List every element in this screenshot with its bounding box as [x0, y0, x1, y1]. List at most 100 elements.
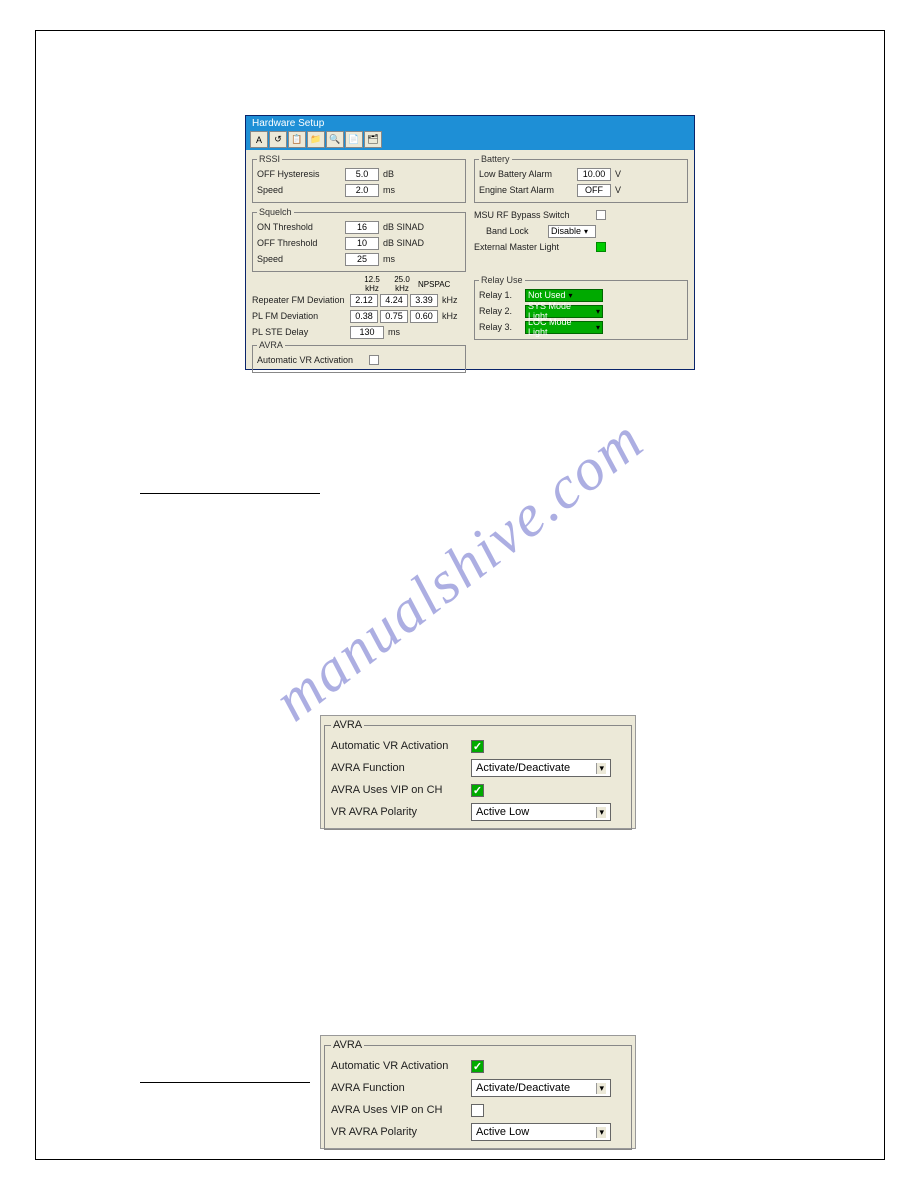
- vr-avra-polarity-select[interactable]: Active Low: [471, 1123, 611, 1141]
- unit-label: kHz: [442, 295, 458, 305]
- external-master-light-label: External Master Light: [474, 242, 594, 252]
- rssi-speed-input[interactable]: [345, 184, 379, 197]
- col-header: NPSPAC: [418, 280, 446, 289]
- band-lock-select[interactable]: Disable: [548, 225, 596, 238]
- off-hysteresis-input[interactable]: [345, 168, 379, 181]
- auto-vr-activation-checkbox[interactable]: [369, 355, 379, 365]
- unit-label: ms: [383, 254, 395, 264]
- vr-avra-polarity-value: Active Low: [476, 806, 529, 818]
- msu-bypass-checkbox[interactable]: [596, 210, 606, 220]
- avra-mini-group: AVRA Automatic VR Activation: [252, 340, 466, 373]
- window-title: Hardware Setup: [246, 116, 694, 130]
- relay-legend: Relay Use: [479, 275, 525, 285]
- avra-fieldset: AVRA Automatic VR Activation ✓ AVRA Func…: [324, 719, 632, 830]
- hardware-setup-window: Hardware Setup A ↺ 📋 📁 🔍 📄 🗂 RSSI OFF Hy…: [245, 115, 695, 370]
- toolbar-button[interactable]: 📄: [345, 131, 363, 148]
- battery-group: Battery Low Battery Alarm V Engine Start…: [474, 154, 688, 203]
- pl-dev-12-input[interactable]: [350, 310, 378, 323]
- rssi-speed-label: Speed: [257, 185, 343, 195]
- avra-vip-label: AVRA Uses VIP on CH: [331, 1104, 471, 1116]
- band-lock-label: Band Lock: [486, 226, 546, 236]
- avra-panel-2: AVRA Automatic VR Activation ✓ AVRA Func…: [320, 1035, 636, 1149]
- col-header: 25.0 kHz: [388, 275, 416, 293]
- engine-start-input[interactable]: [577, 184, 611, 197]
- avra-function-select[interactable]: Activate/Deactivate: [471, 1079, 611, 1097]
- vr-avra-polarity-label: VR AVRA Polarity: [331, 806, 471, 818]
- rep-dev-npspac-input[interactable]: [410, 294, 438, 307]
- avra-fieldset: AVRA Automatic VR Activation ✓ AVRA Func…: [324, 1039, 632, 1150]
- relay-group: Relay Use Relay 1. Not Used Relay 2. SYS…: [474, 275, 688, 340]
- avra-legend: AVRA: [331, 719, 364, 731]
- unit-label: ms: [388, 327, 400, 337]
- pl-dev-npspac-input[interactable]: [410, 310, 438, 323]
- toolbar-button[interactable]: A: [250, 131, 268, 148]
- auto-vr-activation-label: Automatic VR Activation: [257, 355, 367, 365]
- auto-vr-activation-checkbox[interactable]: ✓: [471, 1060, 484, 1073]
- auto-vr-activation-label: Automatic VR Activation: [331, 1060, 471, 1072]
- avra-panel-1: AVRA Automatic VR Activation ✓ AVRA Func…: [320, 715, 636, 829]
- divider: [140, 1082, 310, 1083]
- squelch-speed-label: Speed: [257, 254, 343, 264]
- toolbar: A ↺ 📋 📁 🔍 📄 🗂: [246, 130, 694, 150]
- on-threshold-input[interactable]: [345, 221, 379, 234]
- avra-function-label: AVRA Function: [331, 762, 471, 774]
- unit-label: kHz: [442, 311, 458, 321]
- relay1-label: Relay 1.: [479, 290, 523, 300]
- pl-ste-delay-label: PL STE Delay: [252, 327, 348, 337]
- vr-avra-polarity-label: VR AVRA Polarity: [331, 1126, 471, 1138]
- rep-dev-25-input[interactable]: [380, 294, 408, 307]
- vr-avra-polarity-select[interactable]: Active Low: [471, 803, 611, 821]
- unit-label: dB: [383, 169, 394, 179]
- auto-vr-activation-checkbox[interactable]: ✓: [471, 740, 484, 753]
- off-hysteresis-label: OFF Hysteresis: [257, 169, 343, 179]
- off-threshold-label: OFF Threshold: [257, 238, 343, 248]
- pl-deviation-label: PL FM Deviation: [252, 311, 348, 321]
- avra-mini-legend: AVRA: [257, 340, 285, 350]
- unit-label: ms: [383, 185, 395, 195]
- left-column: RSSI OFF Hysteresis dB Speed ms Squelch …: [252, 154, 466, 377]
- toolbar-button[interactable]: 📁: [307, 131, 325, 148]
- col-header: 12.5 kHz: [358, 275, 386, 293]
- avra-function-value: Activate/Deactivate: [476, 762, 570, 774]
- divider: [140, 493, 320, 494]
- squelch-group: Squelch ON Threshold dB SINAD OFF Thresh…: [252, 207, 466, 272]
- auto-vr-activation-label: Automatic VR Activation: [331, 740, 471, 752]
- relay3-label: Relay 3.: [479, 322, 523, 332]
- avra-vip-checkbox[interactable]: [471, 1104, 484, 1117]
- toolbar-button[interactable]: 🗂: [364, 131, 382, 148]
- pl-dev-25-input[interactable]: [380, 310, 408, 323]
- toolbar-button[interactable]: 📋: [288, 131, 306, 148]
- rep-dev-12-input[interactable]: [350, 294, 378, 307]
- window-body: RSSI OFF Hysteresis dB Speed ms Squelch …: [246, 150, 694, 381]
- repeater-deviation-label: Repeater FM Deviation: [252, 295, 348, 305]
- toolbar-button[interactable]: ↺: [269, 131, 287, 148]
- pl-ste-delay-input[interactable]: [350, 326, 384, 339]
- rssi-group: RSSI OFF Hysteresis dB Speed ms: [252, 154, 466, 203]
- avra-legend: AVRA: [331, 1039, 364, 1051]
- avra-vip-checkbox[interactable]: ✓: [471, 784, 484, 797]
- external-master-light-indicator: [596, 242, 606, 252]
- vr-avra-polarity-value: Active Low: [476, 1126, 529, 1138]
- unit-label: dB SINAD: [383, 222, 424, 232]
- low-battery-input[interactable]: [577, 168, 611, 181]
- low-battery-label: Low Battery Alarm: [479, 169, 575, 179]
- squelch-speed-input[interactable]: [345, 253, 379, 266]
- squelch-legend: Squelch: [257, 207, 294, 217]
- avra-function-label: AVRA Function: [331, 1082, 471, 1094]
- unit-label: dB SINAD: [383, 238, 424, 248]
- unit-label: V: [615, 185, 621, 195]
- engine-start-label: Engine Start Alarm: [479, 185, 575, 195]
- relay2-select[interactable]: SYS Mode Light: [525, 305, 603, 318]
- right-column: Battery Low Battery Alarm V Engine Start…: [474, 154, 688, 377]
- relay3-select[interactable]: LOC Mode Light: [525, 321, 603, 334]
- avra-vip-label: AVRA Uses VIP on CH: [331, 784, 471, 796]
- on-threshold-label: ON Threshold: [257, 222, 343, 232]
- battery-legend: Battery: [479, 154, 512, 164]
- unit-label: V: [615, 169, 621, 179]
- off-threshold-input[interactable]: [345, 237, 379, 250]
- relay2-label: Relay 2.: [479, 306, 523, 316]
- msu-bypass-label: MSU RF Bypass Switch: [474, 210, 594, 220]
- relay1-select[interactable]: Not Used: [525, 289, 603, 302]
- avra-function-select[interactable]: Activate/Deactivate: [471, 759, 611, 777]
- toolbar-button[interactable]: 🔍: [326, 131, 344, 148]
